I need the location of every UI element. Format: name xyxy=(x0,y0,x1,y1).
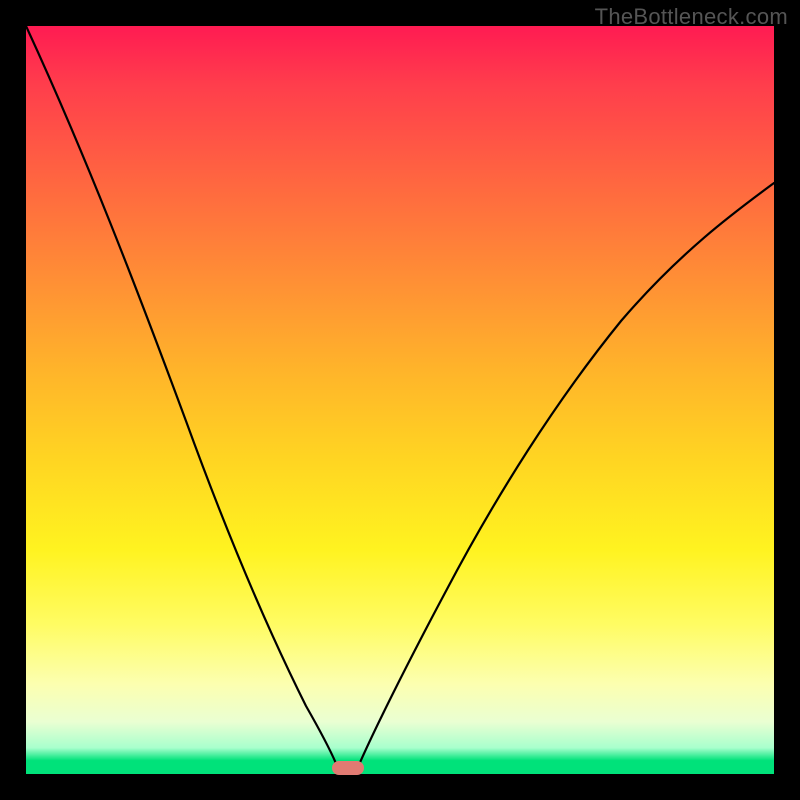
chart-frame xyxy=(26,26,774,774)
valley-marker xyxy=(332,761,364,775)
curve-right-branch xyxy=(355,183,774,774)
curve-left-branch xyxy=(26,26,340,774)
watermark-text: TheBottleneck.com xyxy=(595,4,788,30)
chart-plot-area xyxy=(26,26,774,774)
chart-curves-svg xyxy=(26,26,774,774)
